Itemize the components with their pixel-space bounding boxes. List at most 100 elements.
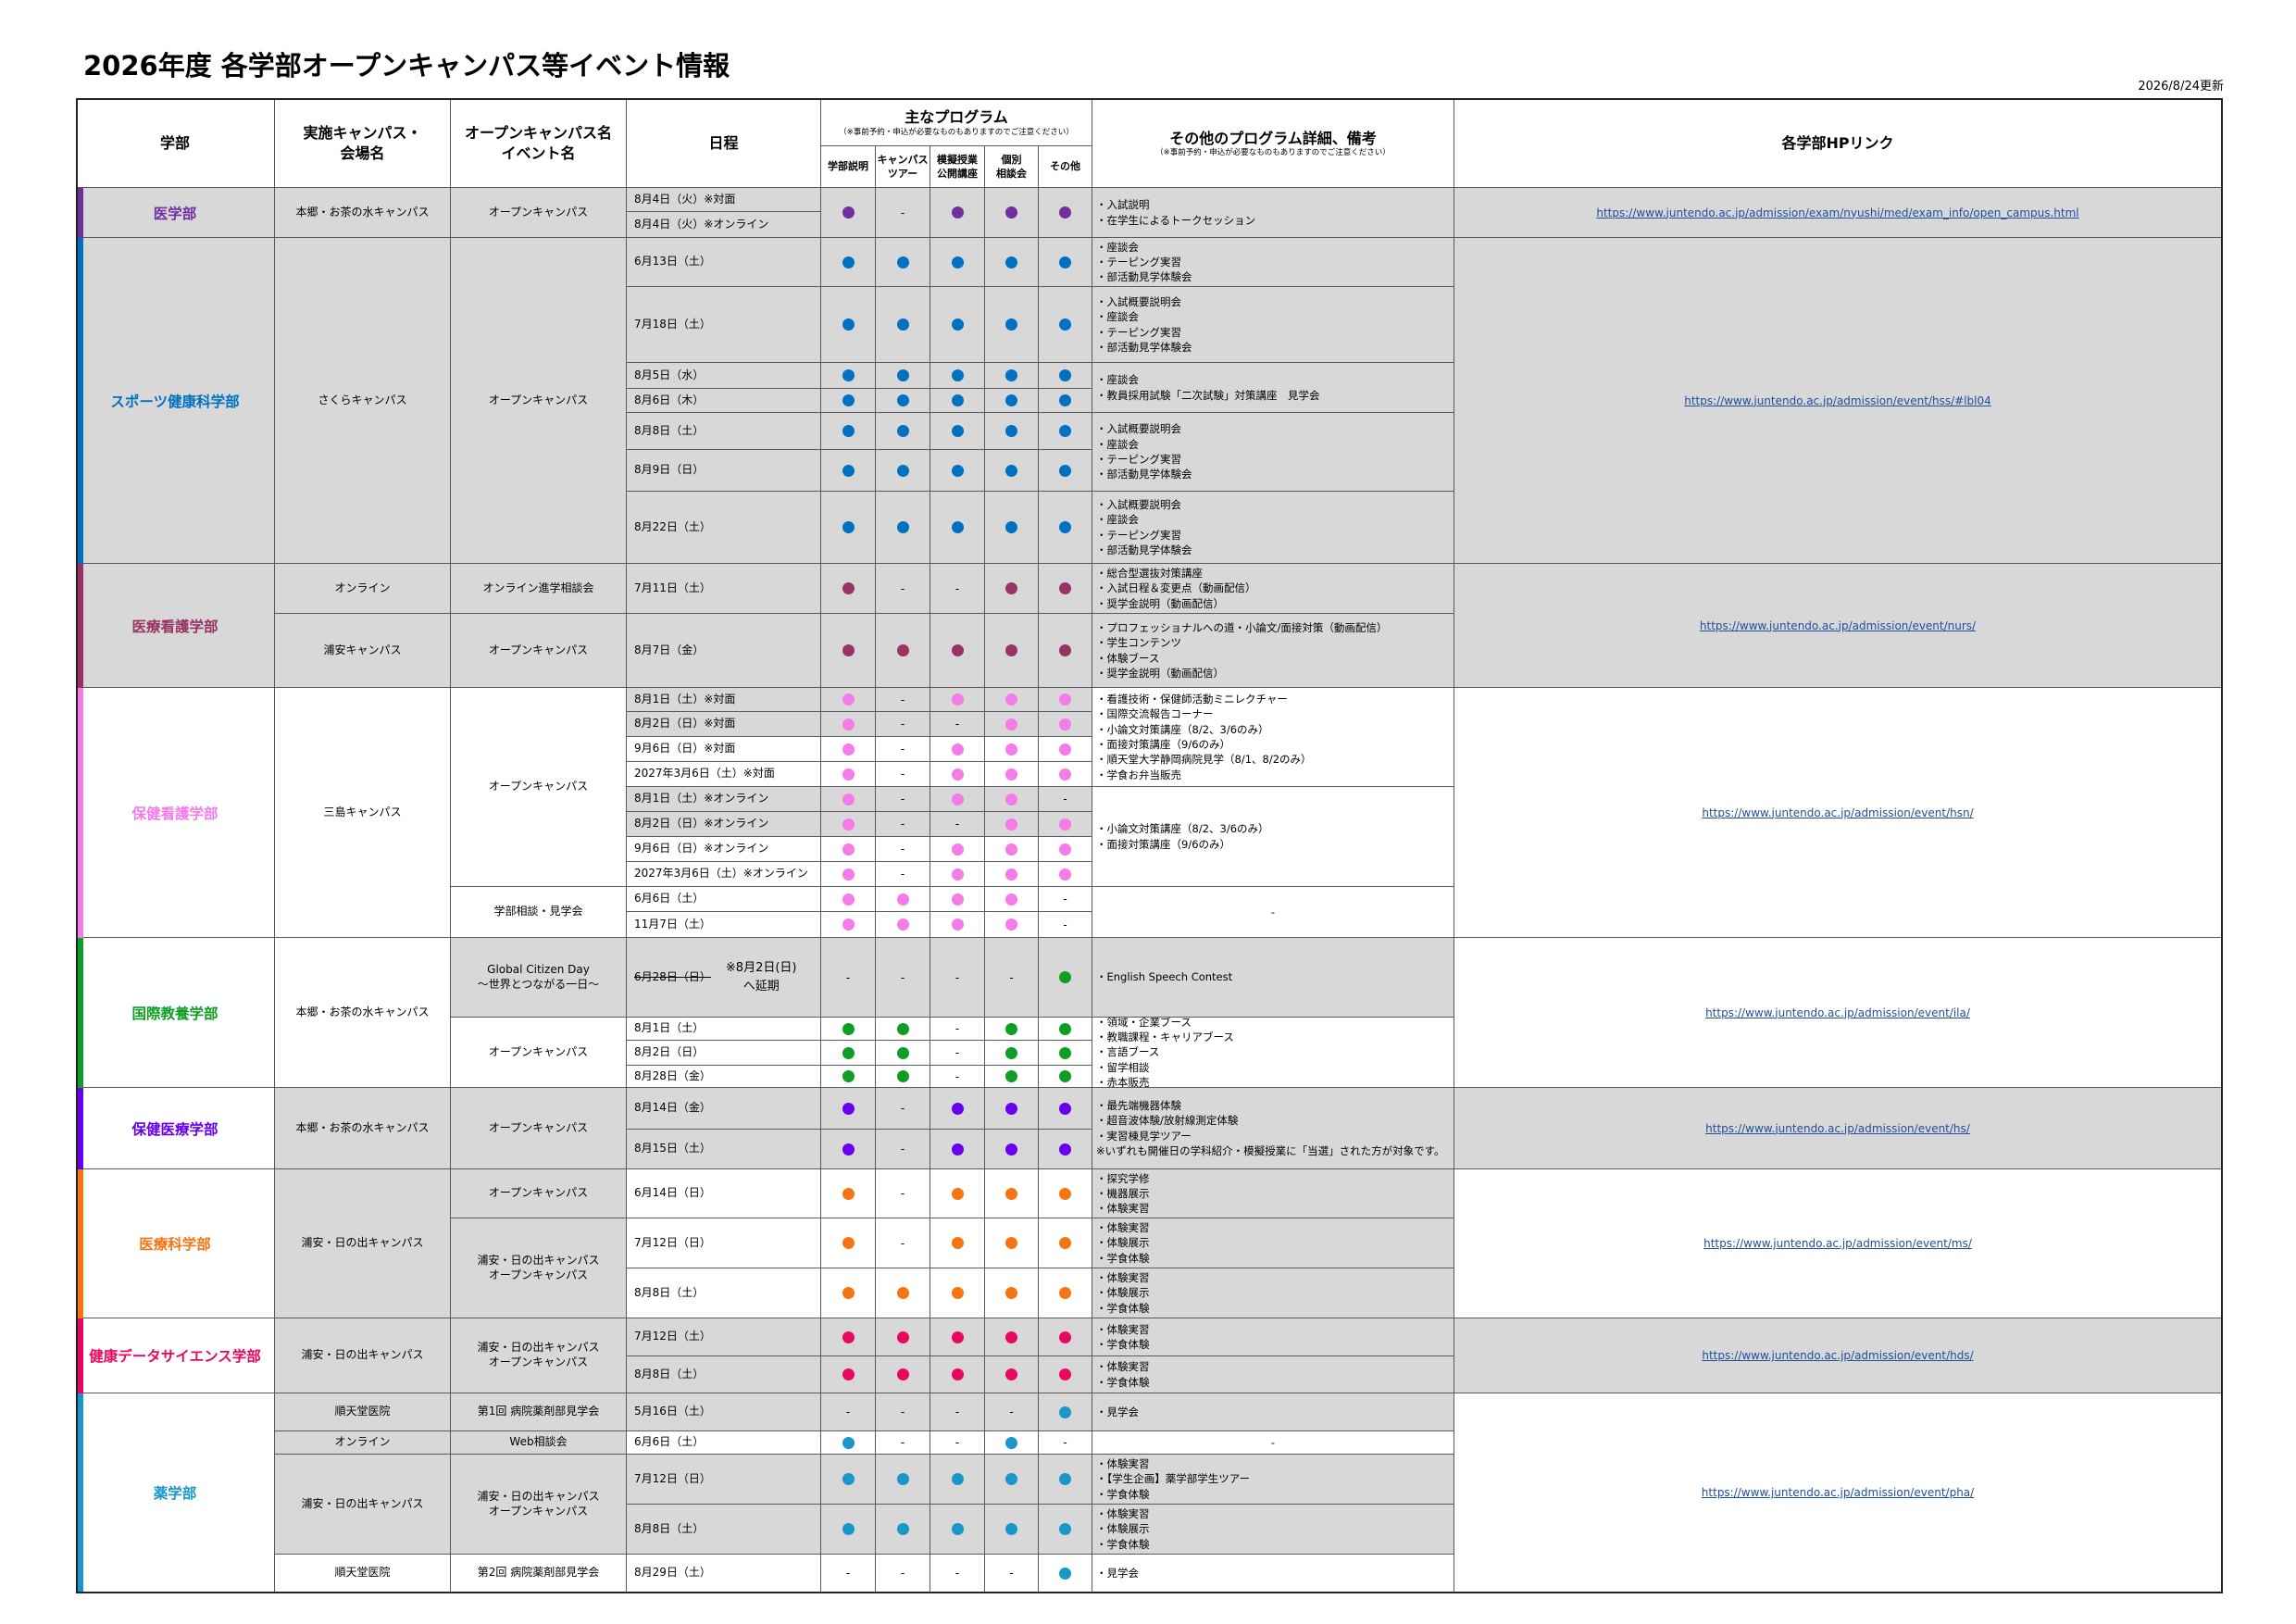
program-cell	[1039, 287, 1092, 363]
program-dot	[951, 893, 964, 906]
program-cell	[985, 1018, 1039, 1041]
event-name: オープンキャンパス	[488, 1120, 589, 1134]
program-cell: -	[930, 1555, 985, 1593]
program-dot	[951, 1330, 964, 1343]
notes-cell: ・小論文対策講座（8/2、3/6のみ） ・面接対策講座（9/6のみ）	[1092, 787, 1454, 887]
program-cell	[985, 1218, 1039, 1268]
program-cell: -	[821, 938, 876, 1018]
notes-cell: ・体験実習 ・学食体験	[1092, 1318, 1454, 1356]
program-cell	[985, 413, 1039, 450]
date-cell: 8月8日（土）	[627, 1356, 821, 1393]
date-cell: 8月4日（火）※対面	[627, 188, 821, 212]
program-none: -	[900, 743, 905, 756]
program-cell	[876, 1356, 930, 1393]
program-dot	[842, 1143, 855, 1156]
faculty-cell: 医療科学部	[76, 1169, 275, 1318]
notes-text: ・看護技術・保健師活動ミニレクチャー ・国際交流報告コーナー ・小論文対策講座（…	[1096, 693, 1312, 781]
date-cell: 6月28日（日） ※8月2日(日) へ延期	[627, 938, 821, 1018]
event-date: 9月6日（日）※対面	[634, 742, 736, 756]
program-cell	[1039, 1130, 1092, 1169]
faculty-hp-link[interactable]: https://www.juntendo.ac.jp/admission/eve…	[1705, 1006, 1970, 1019]
event-date: 8月15日（土）	[634, 1142, 711, 1156]
program-dot	[1005, 1473, 1017, 1485]
program-dot	[896, 893, 909, 906]
program-cell	[876, 1318, 930, 1356]
header-program-label: 模擬授業 公開講座	[937, 153, 978, 180]
date-cell: 8月15日（土）	[627, 1130, 821, 1169]
program-cell	[821, 1431, 876, 1455]
event-name: オープンキャンパス	[488, 393, 589, 406]
program-dot	[896, 1046, 909, 1059]
faculty-name: 医学部	[153, 205, 197, 222]
faculty-name: 医療看護学部	[131, 618, 218, 635]
program-cell: -	[876, 1555, 930, 1593]
program-none: -	[900, 1567, 905, 1580]
faculty-hp-link[interactable]: https://www.juntendo.ac.jp/admission/eve…	[1684, 394, 1991, 407]
program-dot	[951, 256, 964, 269]
program-cell	[930, 912, 985, 938]
program-dot	[1005, 1143, 1017, 1156]
program-cell	[985, 363, 1039, 389]
program-dot	[896, 319, 909, 331]
link-cell: https://www.juntendo.ac.jp/admission/eve…	[1454, 564, 2222, 688]
program-dot	[842, 1523, 855, 1535]
notes-cell: ・English Speech Contest	[1092, 938, 1454, 1018]
event-cell: Global Citizen Day ～世界とつながる一日～	[451, 938, 627, 1018]
program-cell	[985, 1066, 1039, 1088]
date-cell: 2027年3月6日（土）※オンライン	[627, 862, 821, 887]
program-cell	[930, 363, 985, 389]
header-event-label: オープンキャンパス名 イベント名	[464, 124, 613, 162]
program-dot	[1059, 644, 1071, 656]
program-none: -	[955, 818, 960, 831]
program-cell	[1039, 188, 1092, 238]
program-dot	[1005, 1102, 1017, 1115]
program-cell	[821, 762, 876, 787]
program-cell	[821, 837, 876, 862]
program-dot	[951, 693, 964, 706]
program-cell	[876, 492, 930, 564]
program-dot	[842, 1330, 855, 1343]
program-cell: -	[1039, 887, 1092, 912]
notes-text: ・体験実習 ・学食体験	[1096, 1322, 1150, 1351]
program-dot	[1059, 369, 1071, 381]
date-cell: 9月6日（日）※オンライン	[627, 837, 821, 862]
faculty-hp-link[interactable]: https://www.juntendo.ac.jp/admission/eve…	[1702, 1349, 1973, 1362]
faculty-hp-link[interactable]: https://www.juntendo.ac.jp/admission/eve…	[1702, 806, 1973, 819]
event-date: 8月8日（土）	[634, 1285, 705, 1299]
program-cell	[821, 363, 876, 389]
program-dot	[896, 425, 909, 437]
campus-name: 本郷・お茶の水キャンパス	[295, 1120, 430, 1134]
faculty-hp-link[interactable]: https://www.juntendo.ac.jp/admission/eve…	[1705, 1122, 1970, 1135]
program-dot	[1059, 1523, 1071, 1535]
faculty-hp-link[interactable]: https://www.juntendo.ac.jp/admission/exa…	[1596, 206, 2078, 219]
program-dot	[951, 843, 964, 856]
program-dot	[951, 1368, 964, 1380]
program-dot	[1059, 868, 1071, 881]
program-cell	[985, 450, 1039, 492]
program-cell	[985, 188, 1039, 238]
faculty-hp-link[interactable]: https://www.juntendo.ac.jp/admission/eve…	[1703, 1237, 1972, 1250]
campus-name: 浦安・日の出キャンパス	[301, 1496, 424, 1510]
program-cell: -	[930, 1066, 985, 1088]
program-dot	[1059, 1287, 1071, 1299]
program-dot	[1059, 464, 1071, 477]
program-cell	[1039, 1169, 1092, 1218]
program-dot	[1059, 743, 1071, 756]
program-cell	[1039, 862, 1092, 887]
program-dot	[842, 743, 855, 756]
event-name: 浦安・日の出キャンパス オープンキャンパス	[477, 1341, 600, 1368]
program-cell: -	[930, 564, 985, 614]
faculty-hp-link[interactable]: https://www.juntendo.ac.jp/admission/eve…	[1702, 1486, 1974, 1499]
program-dot	[896, 1523, 909, 1535]
program-dot	[842, 425, 855, 437]
program-dot	[1059, 256, 1071, 269]
program-cell	[930, 887, 985, 912]
program-cell	[876, 363, 930, 389]
program-dot	[1005, 369, 1017, 381]
program-cell: -	[930, 1393, 985, 1431]
program-dot	[842, 768, 855, 781]
program-dot	[896, 256, 909, 269]
event-date: 6月14日（日）	[634, 1186, 711, 1200]
faculty-hp-link[interactable]: https://www.juntendo.ac.jp/admission/eve…	[1700, 619, 1976, 632]
program-none: -	[900, 581, 905, 595]
